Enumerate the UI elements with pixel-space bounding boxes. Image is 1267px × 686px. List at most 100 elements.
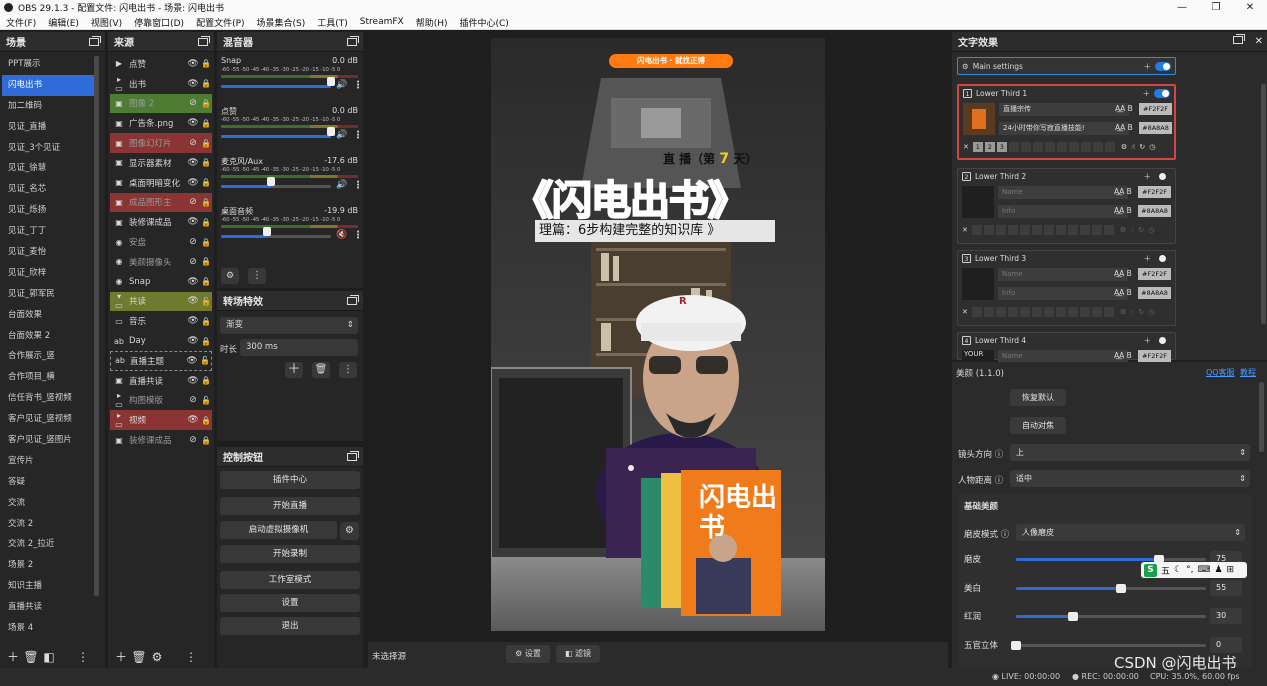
menu-item[interactable]: 配置文件(P) <box>196 16 244 29</box>
settings-icon[interactable]: ⚙ <box>1120 308 1126 316</box>
scene-item[interactable]: 场景 2 <box>2 555 94 576</box>
lower-third-toggle[interactable] <box>1155 336 1171 345</box>
source-item[interactable]: ▭ 音乐 👁 🔒 <box>110 311 212 331</box>
source-item[interactable]: ▣ 装修课成品 👁 🔒 <box>110 212 212 232</box>
menu-item[interactable]: 工具(T) <box>317 16 348 29</box>
source-item[interactable]: ▣ 直播共读 👁 🔒 <box>110 371 212 391</box>
beauty-scrollbar[interactable] <box>1259 382 1264 452</box>
clock-icon[interactable]: ◷ <box>1148 308 1154 316</box>
channel-more-icon[interactable]: ⋮ <box>353 130 363 141</box>
smooth-mode-select[interactable]: 人像磨皮 ⇕ <box>1016 524 1245 541</box>
slot-button[interactable] <box>1068 142 1079 152</box>
add-icon[interactable]: ＋ <box>1144 335 1152 346</box>
source-item[interactable]: ◉ 安盘 ⊘ 🔒 <box>110 232 212 252</box>
menu-item[interactable]: 文件(F) <box>6 16 36 29</box>
eye-icon[interactable]: 👁 <box>185 356 199 366</box>
eye-hidden-icon[interactable]: ⊘ <box>186 98 200 108</box>
name-color-tag[interactable]: #F2F2F <box>1139 103 1172 115</box>
beauty-slider-value[interactable]: 55 <box>1210 580 1242 596</box>
text-style-icons[interactable]: A͟A B <box>1114 269 1132 278</box>
slot-button[interactable] <box>1091 307 1102 317</box>
beauty-slider-value[interactable]: 30 <box>1210 608 1242 624</box>
slot-button[interactable] <box>1019 307 1030 317</box>
eye-icon[interactable]: 👁 <box>186 296 200 306</box>
eye-icon[interactable]: 👁 <box>186 118 200 128</box>
channel-more-icon[interactable]: ⋮ <box>353 230 363 241</box>
add-icon[interactable]: ＋ <box>1144 253 1152 264</box>
scene-item[interactable]: 合作项目_横 <box>2 367 94 388</box>
lock-icon[interactable]: 🔒 <box>200 238 212 247</box>
text-style-icons[interactable]: A͟A B <box>1114 206 1132 215</box>
source-item[interactable]: ▶ 点赞 👁 🔒 <box>110 54 212 74</box>
lower-third-name-field[interactable]: Name <box>998 186 1128 199</box>
source-item[interactable]: ▣ 装修课成品 ⊘ 🔒 <box>110 430 212 450</box>
source-item[interactable]: ▣ 图像幻灯片 ⊘ 🔒 <box>110 133 212 153</box>
refresh-icon[interactable]: ↻ <box>1139 143 1145 151</box>
lower-third-toggle[interactable] <box>1155 172 1171 181</box>
refresh-icon[interactable]: ↻ <box>1138 308 1144 316</box>
slot-button[interactable] <box>995 225 1006 235</box>
name-color-tag[interactable]: #F2F2F <box>1138 350 1171 362</box>
scene-item[interactable]: 闪电出书 <box>2 74 94 96</box>
lower-third-card[interactable]: 4 Lower Third 4 ＋ YOUR Name A͟A B #F2F2F <box>957 332 1176 363</box>
transition-more-button[interactable]: ⋮ <box>339 362 357 378</box>
scene-item[interactable]: 客户见证_竖视频 <box>2 409 94 430</box>
scene-scrollbar[interactable] <box>94 56 99 596</box>
slot-button[interactable] <box>1007 307 1018 317</box>
scene-item[interactable]: 台面效果 2 <box>2 326 94 347</box>
scene-item[interactable]: 宣传片 <box>2 451 94 472</box>
eye-icon[interactable]: 👁 <box>186 59 200 69</box>
lock-icon[interactable]: 🔒 <box>200 277 212 286</box>
scene-item[interactable]: 客户见证_竖图片 <box>2 430 94 451</box>
source-properties-button[interactable]: ⚙ <box>148 649 166 665</box>
float-dock-icon[interactable] <box>347 35 359 46</box>
ime-toolbar[interactable]: S 五 ☾ °, ⌨ ♟ ⊞ <box>1141 562 1247 578</box>
slot-button[interactable]: 3 <box>996 142 1007 152</box>
scene-item[interactable]: 交流 2 <box>2 514 94 535</box>
speaker-icon[interactable]: 🔊 <box>336 80 347 90</box>
virtual-camera-settings-icon[interactable]: ⚙ <box>340 522 359 540</box>
beauty-slider-handle[interactable] <box>1115 584 1126 593</box>
moon-icon[interactable]: ☾ <box>1174 565 1182 575</box>
lock-icon[interactable]: 🔒 <box>200 119 212 128</box>
slider-handle[interactable] <box>263 227 272 236</box>
duration-input[interactable]: 300 ms <box>240 339 358 356</box>
source-item[interactable]: ab Day 👁 🔒 <box>110 331 212 351</box>
eye-hidden-icon[interactable]: ⊘ <box>186 395 200 405</box>
beauty-slider-track[interactable] <box>1011 641 1206 650</box>
camera-direction-select[interactable]: 上 ⇕ <box>1010 444 1250 461</box>
channel-more-icon[interactable]: ⋮ <box>353 180 363 191</box>
control-button[interactable]: 设置 <box>220 594 360 612</box>
help-icon[interactable]: ⓘ <box>995 450 1004 460</box>
auto-focus-button[interactable]: 自动对焦 <box>1010 417 1066 434</box>
settings-icon[interactable]: ⚙ <box>1120 226 1126 234</box>
source-item[interactable]: ▣ 桌面明暗变化 👁 🔒 <box>110 173 212 193</box>
float-dock-icon[interactable] <box>347 294 359 305</box>
reset-default-button[interactable]: 恢复默认 <box>1010 389 1066 406</box>
control-button[interactable]: 退出 <box>220 617 360 635</box>
source-item[interactable]: ▾ ▭ 共读 👁 🔓 <box>110 291 212 312</box>
eye-icon[interactable]: 👁 <box>186 178 200 188</box>
filters-button[interactable]: ◧ 滤镜 <box>556 645 600 663</box>
slot-button[interactable] <box>1056 142 1067 152</box>
lower-third-thumbnail[interactable] <box>962 186 994 218</box>
lock-icon[interactable]: 🔒 <box>200 376 212 385</box>
qq-support-link[interactable]: QQ客服 <box>1206 367 1235 378</box>
beauty-slider-track[interactable] <box>1016 612 1206 621</box>
slot-button[interactable] <box>1103 307 1114 317</box>
volume-slider[interactable]: 🔊 ⋮ <box>218 77 363 92</box>
text-style-icons[interactable]: A͟A B <box>1114 288 1132 297</box>
add-scene-button[interactable]: ＋ <box>4 649 22 665</box>
source-item[interactable]: ▣ 成品图形主 ⊘ 🔒 <box>110 192 212 213</box>
lock-icon[interactable]: 🔒 <box>200 198 212 207</box>
add-source-button[interactable]: ＋ <box>112 649 130 665</box>
lower-third-thumbnail[interactable] <box>962 268 994 300</box>
slider-track[interactable] <box>221 85 331 88</box>
eye-icon[interactable]: 👁 <box>186 336 200 346</box>
source-item[interactable]: ▸ ▭ 构图模版 ⊘ 🔓 <box>110 391 212 411</box>
source-item[interactable]: ab 直播主题 👁 🔓 <box>110 350 212 371</box>
scene-item[interactable]: 答疑 <box>2 472 94 493</box>
lock-icon[interactable]: 🔒 <box>200 99 212 108</box>
scene-item[interactable]: 合作展示_竖 <box>2 346 94 367</box>
scene-item[interactable]: 台面效果 <box>2 305 94 326</box>
